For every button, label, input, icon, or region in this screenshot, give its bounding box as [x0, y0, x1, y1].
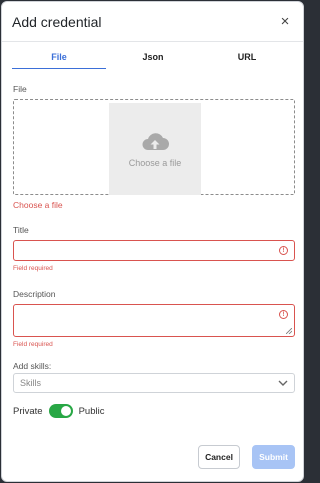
- dropzone-text: Choose a file: [128, 158, 182, 168]
- modal-header: Add credential ×: [2, 2, 303, 42]
- tab-json[interactable]: Json: [106, 52, 200, 69]
- file-error-link[interactable]: Choose a file: [13, 200, 63, 210]
- description-label: Description: [13, 289, 56, 299]
- chevron-down-icon: [278, 380, 288, 386]
- resize-handle-icon[interactable]: [286, 328, 292, 334]
- title-error: Field required: [13, 265, 53, 272]
- tab-bar: File Json URL: [12, 52, 294, 69]
- error-icon: !: [279, 310, 288, 319]
- skills-label: Add skills:: [13, 361, 52, 371]
- description-error: Field required: [13, 341, 53, 348]
- public-label: Public: [78, 405, 105, 417]
- close-icon[interactable]: ×: [277, 13, 293, 30]
- cloud-upload-icon: [142, 133, 169, 150]
- toggle-knob: [60, 406, 71, 416]
- visibility-toggle-row: Private Public: [13, 404, 104, 418]
- skills-select[interactable]: Skills: [13, 373, 295, 393]
- file-dropzone[interactable]: Choose a file: [13, 99, 295, 195]
- tab-url[interactable]: URL: [200, 52, 294, 69]
- visibility-toggle[interactable]: [48, 404, 73, 418]
- title-input[interactable]: !: [13, 240, 295, 261]
- title-label: Title: [13, 225, 29, 235]
- tab-file[interactable]: File: [12, 52, 106, 69]
- file-label: File: [13, 84, 27, 94]
- add-credential-modal: Add credential × File Json URL File Choo…: [1, 1, 304, 482]
- modal-title: Add credential: [12, 13, 102, 30]
- error-icon: !: [279, 246, 288, 255]
- submit-button[interactable]: Submit: [252, 445, 295, 469]
- cancel-button[interactable]: Cancel: [198, 445, 240, 469]
- skills-placeholder: Skills: [20, 378, 42, 388]
- choose-file-button[interactable]: Choose a file: [109, 103, 201, 195]
- private-label: Private: [13, 405, 43, 417]
- description-textarea[interactable]: !: [13, 304, 295, 337]
